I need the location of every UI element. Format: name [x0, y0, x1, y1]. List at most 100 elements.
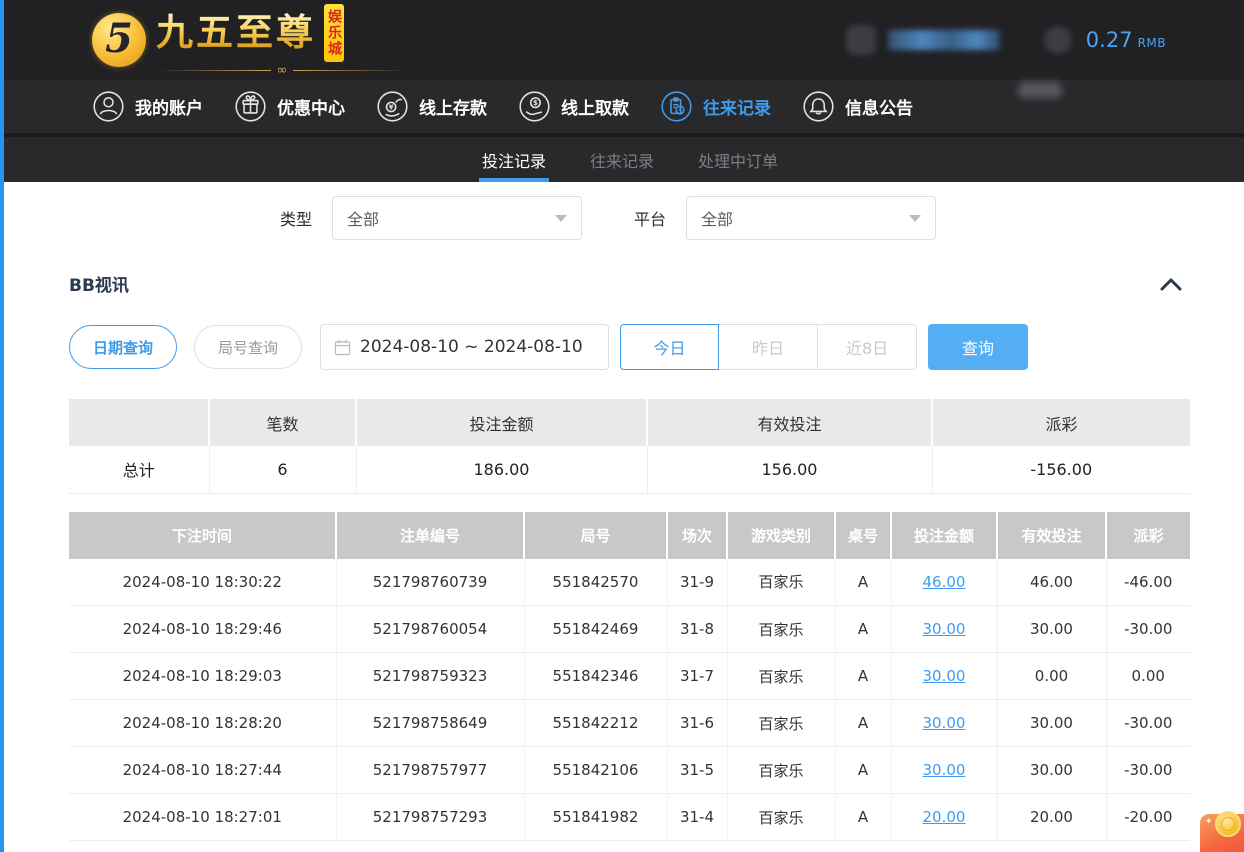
- bet-amount-cell: 30.00: [891, 747, 997, 794]
- search-button[interactable]: 查询: [928, 324, 1028, 370]
- wallet-icon[interactable]: [1044, 26, 1072, 54]
- summary-header-bet-amount: 投注金额: [356, 399, 647, 446]
- bet-amount-link[interactable]: 30.00: [923, 620, 966, 638]
- header-valid-bet: 有效投注: [997, 512, 1106, 559]
- nav-item-transaction-records[interactable]: 往来记录: [660, 90, 771, 123]
- platform-select[interactable]: 全部: [686, 196, 936, 240]
- payout-cell: -20.00: [1106, 794, 1190, 841]
- session-cell: 31-4: [667, 794, 727, 841]
- table-number-cell: A: [835, 653, 891, 700]
- nav-item-my-account[interactable]: 我的账户: [92, 90, 203, 123]
- balance-amount: 0.27: [1086, 28, 1133, 52]
- gift-icon: [234, 90, 267, 123]
- game-type-cell: 百家乐: [727, 794, 835, 841]
- valid-bet-cell: 30.00: [997, 747, 1106, 794]
- tab-pending-orders[interactable]: 处理中订单: [698, 137, 778, 182]
- session-cell: 31-6: [667, 700, 727, 747]
- round-query-button[interactable]: 局号查询: [194, 325, 302, 369]
- game-type-cell: 百家乐: [727, 747, 835, 794]
- type-filter-label: 类型: [280, 206, 312, 230]
- summary-header-count: 笔数: [209, 399, 356, 446]
- game-type-cell: 百家乐: [727, 606, 835, 653]
- nav-label: 信息公告: [845, 94, 913, 119]
- bet-amount-link[interactable]: 20.00: [923, 808, 966, 826]
- nav-item-announcements[interactable]: 信息公告: [802, 90, 913, 123]
- header-bet-amount: 投注金额: [891, 512, 997, 559]
- table-row: 2024-08-10 18:29:46521798760054551842469…: [69, 606, 1190, 653]
- type-select-value: 全部: [347, 206, 379, 230]
- nav-item-promotions[interactable]: 优惠中心: [234, 90, 345, 123]
- order-number-cell: 521798757293: [336, 794, 524, 841]
- payout-cell: 0.00: [1106, 653, 1190, 700]
- table-row: 2024-08-10 18:29:03521798759323551842346…: [69, 653, 1190, 700]
- nav-item-deposit[interactable]: ¥ 线上存款: [376, 90, 487, 123]
- header-bet-time: 下注时间: [69, 512, 336, 559]
- header-session: 场次: [667, 512, 727, 559]
- order-number-cell: 521798760054: [336, 606, 524, 653]
- bet-amount-link[interactable]: 30.00: [923, 714, 966, 732]
- valid-bet-cell: 30.00: [997, 606, 1106, 653]
- account-area: 0.27 RMB: [846, 25, 1166, 55]
- table-row: 2024-08-10 18:27:44521798757977551842106…: [69, 747, 1190, 794]
- header-game-type: 游戏类别: [727, 512, 835, 559]
- tab-bet-records[interactable]: 投注记录: [482, 137, 546, 182]
- nav-label: 优惠中心: [277, 94, 345, 119]
- order-number-cell: 521798759323: [336, 653, 524, 700]
- round-number-cell: 551842570: [524, 559, 667, 606]
- valid-bet-cell: 20.00: [997, 794, 1106, 841]
- valid-bet-cell: 30.00: [997, 700, 1106, 747]
- type-select[interactable]: 全部: [332, 196, 582, 240]
- collapse-section-button[interactable]: [1160, 277, 1182, 291]
- table-number-cell: A: [835, 794, 891, 841]
- chevron-down-icon: [909, 215, 921, 222]
- topbar: 5 九五至尊 娱乐城 ∞ 0.27 RMB: [0, 0, 1244, 80]
- red-envelope-icon[interactable]: ✦: [1200, 814, 1244, 852]
- summary-total-label: 总计: [69, 446, 209, 493]
- blurred-badge: [1018, 82, 1062, 98]
- avatar[interactable]: [846, 25, 876, 55]
- summary-payout: -156.00: [932, 446, 1190, 493]
- summary-header-blank: [69, 399, 209, 446]
- bell-icon: [802, 90, 835, 123]
- today-button[interactable]: 今日: [620, 324, 719, 370]
- brand-logo[interactable]: 5 九五至尊 娱乐城 ∞: [92, 4, 408, 77]
- record-tabs: 投注记录 往来记录 处理中订单: [0, 133, 1244, 182]
- table-header-row: 下注时间 注单编号 局号 场次 游戏类别 桌号 投注金额 有效投注 派彩: [69, 512, 1190, 559]
- brand-name: 九五至尊: [156, 13, 316, 52]
- yesterday-button[interactable]: 昨日: [719, 324, 818, 370]
- round-number-cell: 551842106: [524, 747, 667, 794]
- platform-select-value: 全部: [701, 206, 733, 230]
- withdraw-icon: $: [518, 90, 551, 123]
- bet-amount-link[interactable]: 46.00: [923, 573, 966, 591]
- summary-header-valid-bet: 有效投注: [647, 399, 932, 446]
- valid-bet-cell: 46.00: [997, 559, 1106, 606]
- bet-amount-cell: 30.00: [891, 606, 997, 653]
- header-table-number: 桌号: [835, 512, 891, 559]
- records-icon: [660, 90, 693, 123]
- last-8-days-button[interactable]: 近8日: [818, 324, 917, 370]
- bet-amount-link[interactable]: 30.00: [923, 667, 966, 685]
- valid-bet-cell: 0.00: [997, 653, 1106, 700]
- nav-label: 我的账户: [135, 94, 203, 119]
- brand-badge: 娱乐城: [324, 4, 344, 62]
- payout-cell: -46.00: [1106, 559, 1190, 606]
- table-number-cell: A: [835, 559, 891, 606]
- date-range-value: 2024-08-10 ~ 2024-08-10: [360, 337, 583, 357]
- date-query-button[interactable]: 日期查询: [69, 325, 177, 369]
- nav-item-withdraw[interactable]: $ 线上取款: [518, 90, 629, 123]
- bet-amount-link[interactable]: 30.00: [923, 761, 966, 779]
- browser-edge-strip: [0, 0, 4, 852]
- game-type-cell: 百家乐: [727, 559, 835, 606]
- summary-table: 笔数 投注金额 有效投注 派彩 总计 6 186.00 156.00 -156.…: [69, 399, 1190, 494]
- bet-amount-cell: 46.00: [891, 559, 997, 606]
- summary-valid-bet: 156.00: [647, 446, 932, 493]
- session-cell: 31-5: [667, 747, 727, 794]
- nav-label: 往来记录: [703, 94, 771, 119]
- tab-transaction-records[interactable]: 往来记录: [590, 137, 654, 182]
- balance-currency: RMB: [1138, 36, 1166, 50]
- deposit-icon: ¥: [376, 90, 409, 123]
- date-range-input[interactable]: 2024-08-10 ~ 2024-08-10: [320, 324, 609, 370]
- logo-flourish: ∞: [156, 64, 408, 77]
- header-order-number: 注单编号: [336, 512, 524, 559]
- chevron-up-icon: [1160, 277, 1182, 291]
